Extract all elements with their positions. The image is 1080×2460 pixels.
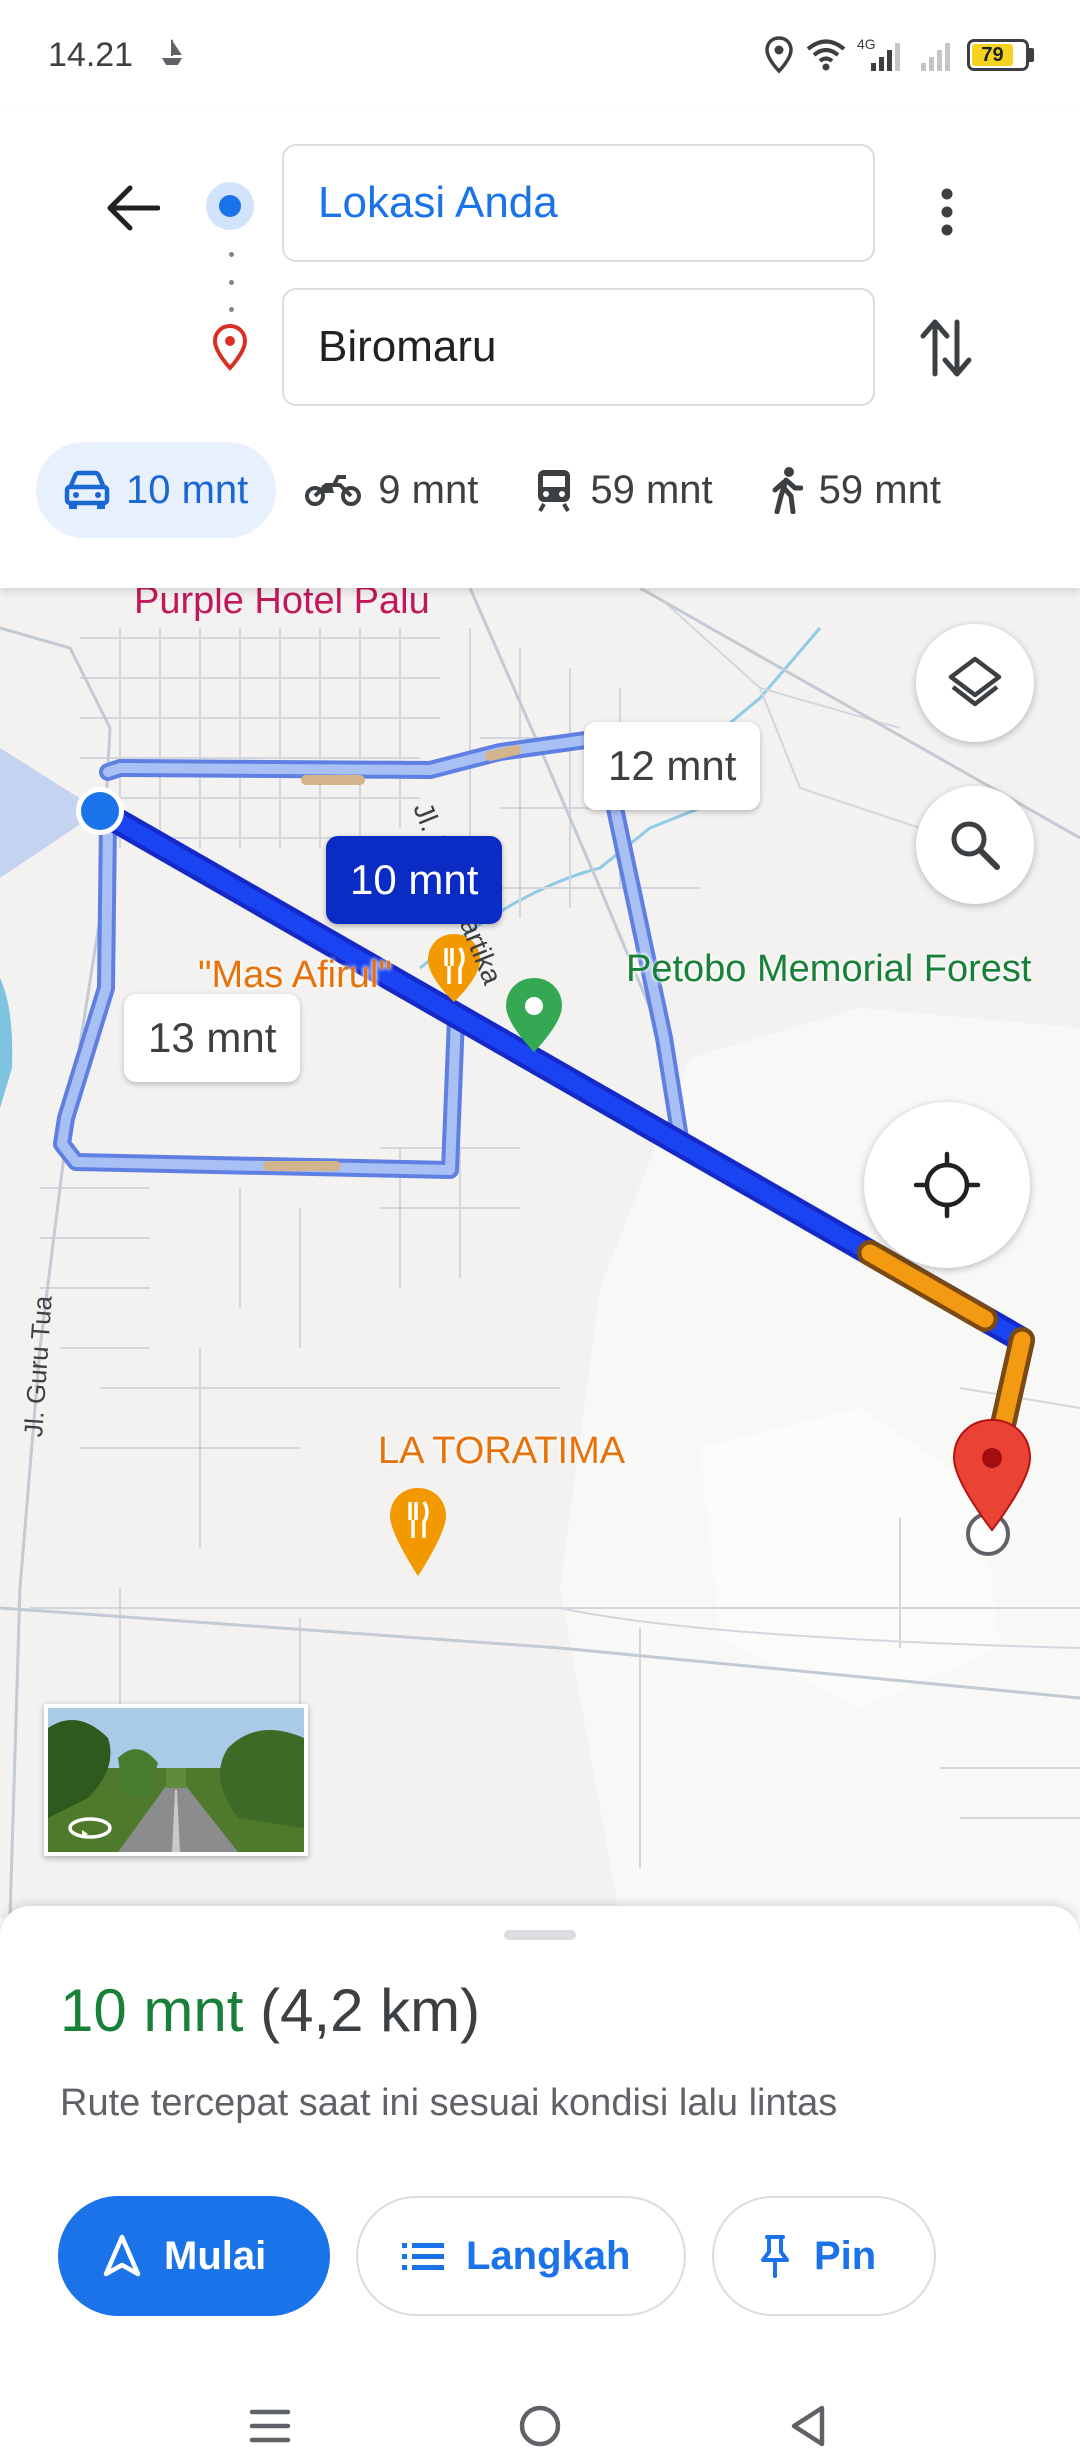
status-icons: 4G 79 [763, 30, 1034, 80]
route-connector-icon [228, 252, 234, 312]
travel-mode-tabs: 10 mnt 9 mnt 59 mnt 59 mnt [36, 442, 969, 538]
destination-pin-icon [212, 323, 248, 371]
location-icon [765, 36, 793, 74]
tab-transit-label: 59 mnt [590, 467, 713, 512]
route-chip-alt-2[interactable]: 13 mnt [124, 994, 301, 1082]
motorcycle-icon [305, 475, 362, 506]
route-duration: 10 mnt [60, 1977, 244, 2044]
map-label-restaurant-la-toratima[interactable]: LA TORATIMA [378, 1430, 625, 1473]
layers-button[interactable] [916, 624, 1034, 742]
swap-vert-icon [920, 319, 972, 377]
tab-car[interactable]: 10 mnt [36, 442, 277, 538]
search-along-route-button[interactable] [916, 786, 1034, 904]
svg-text:4G: 4G [857, 36, 876, 52]
pin-button[interactable]: Pin [712, 2196, 936, 2316]
start-label: Mulai [164, 2233, 267, 2278]
route-distance: (4,2 km) [260, 1977, 481, 2044]
wifi-icon [806, 39, 846, 71]
tab-walk-label: 59 mnt [818, 467, 941, 512]
route-chip-alt-1[interactable]: 12 mnt [584, 722, 761, 810]
origin-dot-icon [206, 182, 254, 230]
list-icon [402, 2243, 444, 2270]
route-chip-selected[interactable]: 10 mnt [326, 836, 503, 924]
battery-level: 79 [972, 44, 1014, 66]
nav-home-button[interactable] [510, 2396, 570, 2456]
layers-icon [948, 656, 1002, 707]
tab-walk[interactable]: 59 mnt [741, 442, 969, 538]
status-time: 14.21 [48, 36, 134, 74]
tab-motorcycle[interactable]: 9 mnt [276, 442, 506, 538]
back-button[interactable] [96, 172, 168, 244]
train-icon [538, 470, 571, 512]
arrow-back-icon [107, 185, 160, 231]
route-description: Rute tercepat saat ini sesuai kondisi la… [60, 2082, 838, 2124]
walk-icon [772, 467, 803, 514]
map-label-hotel[interactable]: Purple Hotel Palu [134, 588, 430, 623]
route-details-sheet: 10 mnt (4,2 km) Rute tercepat saat ini s… [0, 1906, 1080, 2460]
steps-button[interactable]: Langkah [356, 2196, 686, 2316]
start-navigation-button[interactable]: Mulai [58, 2196, 330, 2316]
origin-field[interactable]: Lokasi Anda [282, 144, 875, 262]
more-options-button[interactable] [915, 172, 979, 252]
pin-label: Pin [814, 2233, 877, 2278]
rotate-360-icon [68, 1817, 112, 1839]
tab-car-label: 10 mnt [126, 467, 249, 512]
nav-recents-button[interactable] [240, 2396, 300, 2456]
home-circle-icon [519, 2405, 561, 2447]
menu-icon [249, 2409, 291, 2443]
pin-icon [761, 2235, 789, 2278]
map-label-forest[interactable]: Petobo Memorial Forest [626, 948, 1032, 991]
notification-boat-icon [162, 38, 182, 65]
nav-back-button[interactable] [778, 2396, 838, 2456]
search-icon [951, 821, 1000, 870]
system-nav-bar [0, 2396, 1080, 2460]
route-actions: Mulai Langkah Pin [58, 2196, 936, 2316]
signal-4g-icon: 4G [857, 36, 900, 71]
directions-panel: Lokasi Anda Biromaru 10 mnt 9 mnt 59 mnt… [0, 110, 1080, 588]
swap-button[interactable] [910, 306, 982, 390]
street-view-thumbnail[interactable] [44, 1704, 308, 1856]
my-location-icon [913, 1151, 981, 1219]
status-bar: 14.21 4G 79 [0, 0, 1080, 110]
destination-field[interactable]: Biromaru [282, 288, 875, 406]
signal-icon [921, 43, 950, 71]
battery-icon: 79 [967, 39, 1034, 71]
navigation-arrow-icon [103, 2234, 141, 2277]
route-summary: 10 mnt (4,2 km) [60, 1976, 480, 2045]
back-triangle-icon [791, 2405, 825, 2447]
my-location-button[interactable] [864, 1102, 1030, 1268]
more-vert-icon [941, 188, 953, 236]
steps-label: Langkah [466, 2233, 631, 2278]
sheet-drag-handle[interactable] [504, 1930, 576, 1940]
car-icon [64, 470, 110, 509]
tab-motorcycle-label: 9 mnt [378, 467, 479, 512]
map-label-restaurant-mas-afirul[interactable]: "Mas Afirul" [198, 954, 392, 997]
tab-transit[interactable]: 59 mnt [506, 442, 740, 538]
